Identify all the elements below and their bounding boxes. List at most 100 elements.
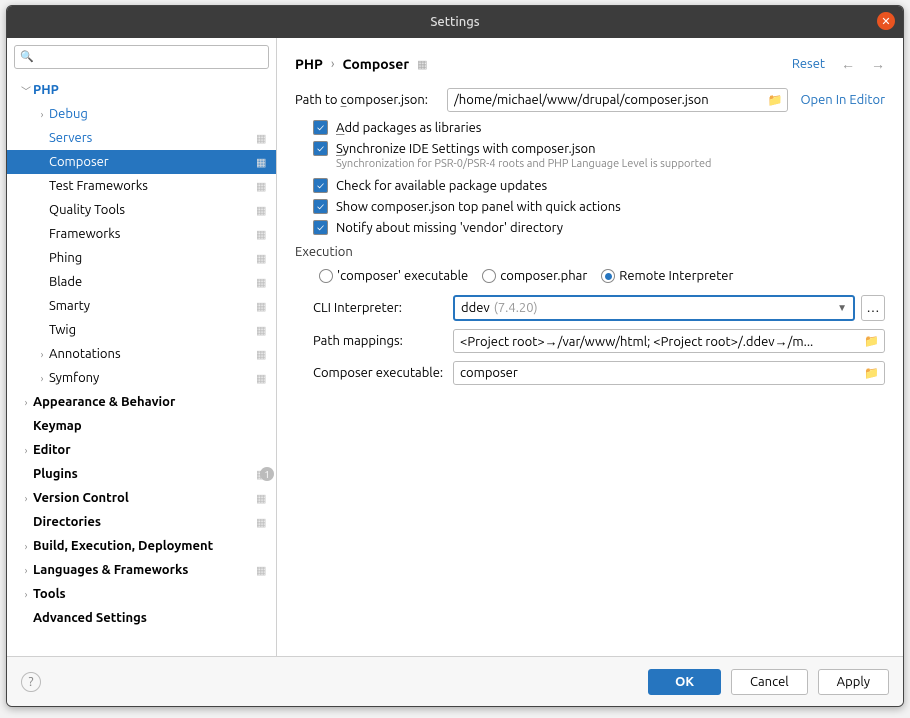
tree-item-frameworks[interactable]: Frameworks▦ [7, 222, 276, 246]
scope-icon: ▦ [256, 252, 268, 264]
tree-item-appearance[interactable]: ›Appearance & Behavior [7, 390, 276, 414]
scope-icon: ▦ [256, 564, 268, 576]
tree-item-smarty[interactable]: Smarty▦ [7, 294, 276, 318]
composer-exec-input[interactable] [453, 361, 885, 385]
tree-item-annotations[interactable]: ›Annotations▦ [7, 342, 276, 366]
scope-icon: ▦ [417, 58, 427, 71]
search-wrap: 🔍 [7, 38, 276, 76]
settings-tree: ﹀PHP ›Debug Servers▦ Composer▦ Test Fram… [7, 76, 276, 656]
footer: ? OK Cancel Apply [7, 656, 903, 706]
tree-item-servers[interactable]: Servers▦ [7, 126, 276, 150]
cli-label: CLI Interpreter: [313, 301, 453, 315]
tree-item-blade[interactable]: Blade▦ [7, 270, 276, 294]
checkbox-check-updates[interactable]: ✓ [313, 178, 328, 193]
folder-icon[interactable]: 📁 [864, 366, 879, 380]
scope-icon: ▦ [256, 228, 268, 240]
path-label: Path to composer.json: [295, 93, 447, 107]
scope-icon: ▦ [256, 468, 268, 480]
scope-icon: ▦ [256, 516, 268, 528]
reset-link[interactable]: Reset [792, 57, 825, 71]
chevron-right-icon: › [35, 373, 49, 384]
chevron-right-icon: › [19, 397, 33, 408]
tree-item-php[interactable]: ﹀PHP [7, 78, 276, 102]
chk-vendor-label: Notify about missing 'vendor' directory [336, 221, 563, 235]
mappings-input[interactable] [453, 329, 885, 353]
tree-item-composer[interactable]: Composer▦ [7, 150, 276, 174]
open-in-editor-link[interactable]: Open In Editor [800, 93, 885, 107]
tree-item-keymap[interactable]: Keymap [7, 414, 276, 438]
chk-add-label: Add packages as libraries [336, 121, 481, 135]
chevron-right-icon: › [19, 565, 33, 576]
chevron-right-icon: › [19, 493, 33, 504]
exec-label: Composer executable: [313, 366, 453, 380]
folder-icon[interactable]: 📁 [864, 334, 879, 348]
apply-button[interactable]: Apply [818, 669, 889, 695]
scope-icon: ▦ [256, 156, 268, 168]
sync-hint: Synchronization for PSR-0/PSR-4 roots an… [295, 158, 885, 170]
scope-icon: ▦ [256, 180, 268, 192]
scope-icon: ▦ [256, 276, 268, 288]
chevron-right-icon: › [19, 589, 33, 600]
checkbox-vendor[interactable]: ✓ [313, 220, 328, 235]
chk-top-label: Show composer.json top panel with quick … [336, 200, 621, 214]
help-button[interactable]: ? [21, 672, 41, 692]
checkbox-add-libraries[interactable]: ✓ [313, 120, 328, 135]
chevron-down-icon: ▼ [837, 302, 847, 314]
body: 🔍 ﹀PHP ›Debug Servers▦ Composer▦ Test Fr… [7, 38, 903, 656]
tree-item-languages[interactable]: ›Languages & Frameworks▦ [7, 558, 276, 582]
tree-item-directories[interactable]: Directories▦ [7, 510, 276, 534]
forward-button[interactable]: → [871, 56, 885, 72]
ok-button[interactable]: OK [648, 669, 721, 695]
tree-item-test-frameworks[interactable]: Test Frameworks▦ [7, 174, 276, 198]
checkbox-top-panel[interactable]: ✓ [313, 199, 328, 214]
breadcrumb: PHP › Composer ▦ Reset ← → [295, 50, 885, 78]
chevron-right-icon: › [331, 57, 335, 71]
chevron-right-icon: › [19, 541, 33, 552]
cancel-button[interactable]: Cancel [731, 669, 808, 695]
radio-remote-interpreter[interactable]: Remote Interpreter [601, 269, 733, 283]
cli-interpreter-combo[interactable]: ddev(7.4.20) ▼ [453, 295, 855, 321]
tree-item-debug[interactable]: ›Debug [7, 102, 276, 126]
back-button[interactable]: ← [841, 56, 855, 72]
tree-item-tools[interactable]: ›Tools [7, 582, 276, 606]
settings-window: Settings ✕ 🔍 ﹀PHP ›Debug Servers▦ Compos… [6, 5, 904, 707]
chevron-right-icon: › [35, 109, 49, 120]
tree-item-phing[interactable]: Phing▦ [7, 246, 276, 270]
cli-browse-button[interactable]: … [861, 295, 885, 321]
search-icon: 🔍 [20, 50, 34, 63]
window-title: Settings [430, 15, 479, 29]
tree-item-build[interactable]: ›Build, Execution, Deployment [7, 534, 276, 558]
form: Path to composer.json: 📁 Open In Editor … [295, 78, 885, 393]
tree-item-advanced[interactable]: Advanced Settings [7, 606, 276, 630]
scope-icon: ▦ [256, 204, 268, 216]
radio-composer-phar[interactable]: composer.phar [482, 269, 587, 283]
scope-icon: ▦ [256, 324, 268, 336]
tree-item-vcs[interactable]: ›Version Control▦ [7, 486, 276, 510]
scope-icon: ▦ [256, 372, 268, 384]
folder-icon[interactable]: 📁 [767, 93, 782, 107]
sidebar: 🔍 ﹀PHP ›Debug Servers▦ Composer▦ Test Fr… [7, 38, 277, 656]
scope-icon: ▦ [256, 492, 268, 504]
checkbox-sync[interactable]: ✓ [313, 141, 328, 156]
chk-sync-label: Synchronize IDE Settings with composer.j… [336, 142, 596, 156]
close-button[interactable]: ✕ [877, 12, 895, 30]
execution-radio-group: 'composer' executable composer.phar Remo… [295, 269, 885, 283]
radio-composer-exec[interactable]: 'composer' executable [319, 269, 468, 283]
execution-heading: Execution [295, 245, 885, 259]
search-input[interactable] [14, 45, 269, 69]
tree-item-editor[interactable]: ›Editor [7, 438, 276, 462]
tree-item-plugins[interactable]: Plugins1▦ [7, 462, 276, 486]
chevron-right-icon: › [35, 349, 49, 360]
tree-item-symfony[interactable]: ›Symfony▦ [7, 366, 276, 390]
tree-item-twig[interactable]: Twig▦ [7, 318, 276, 342]
crumb-composer: Composer [343, 56, 410, 72]
scope-icon: ▦ [256, 300, 268, 312]
titlebar: Settings ✕ [7, 6, 903, 38]
mappings-label: Path mappings: [313, 334, 453, 348]
scope-icon: ▦ [256, 348, 268, 360]
path-input[interactable] [447, 88, 788, 112]
tree-item-quality-tools[interactable]: Quality Tools▦ [7, 198, 276, 222]
crumb-php[interactable]: PHP [295, 56, 323, 72]
main-panel: PHP › Composer ▦ Reset ← → Path to compo… [277, 38, 903, 656]
chk-check-label: Check for available package updates [336, 179, 547, 193]
